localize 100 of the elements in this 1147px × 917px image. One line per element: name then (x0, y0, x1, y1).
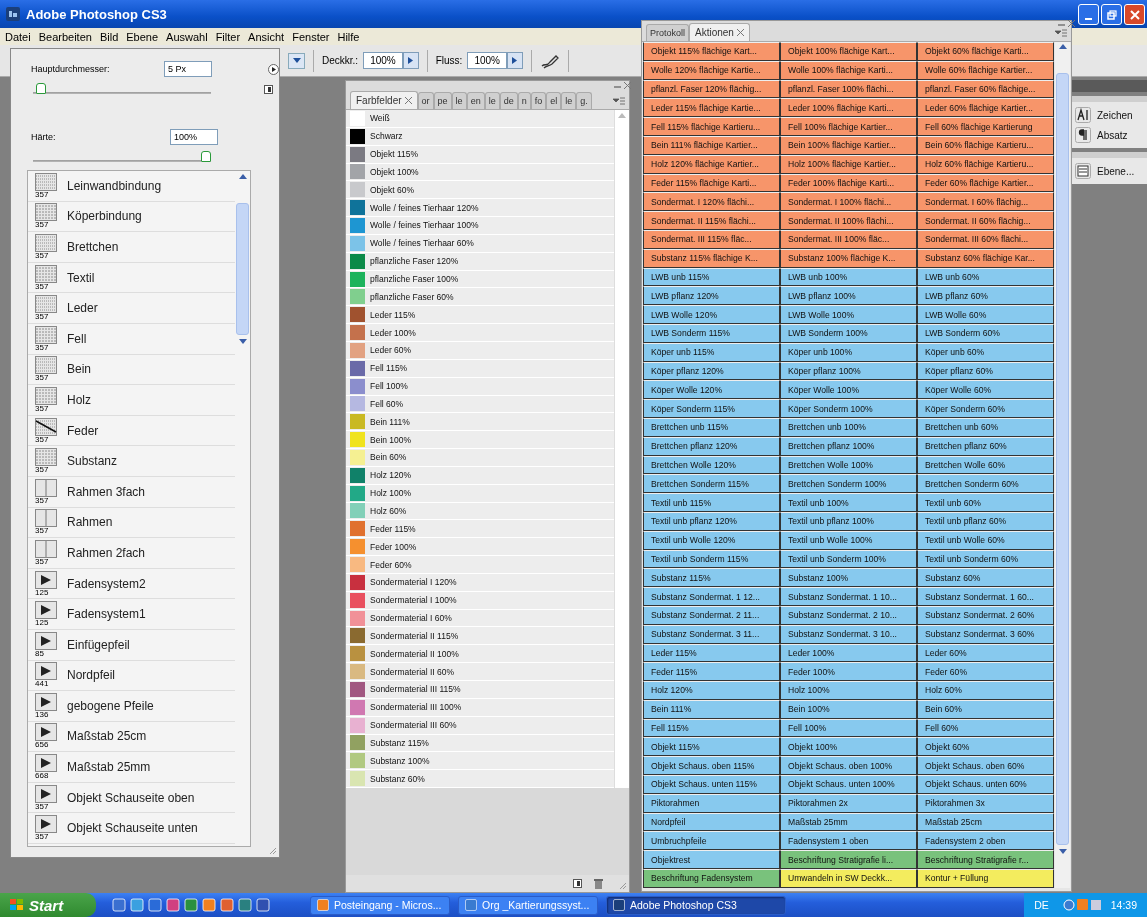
dock-item[interactable]: Absatz (1075, 127, 1144, 143)
brush-preset-item[interactable]: 357 Fell (28, 323, 235, 355)
action-button[interactable]: Leder 60% flächige Kartier... (917, 98, 1054, 118)
panel-tab[interactable]: pe (433, 92, 452, 109)
menu-item[interactable]: Ebene (126, 30, 159, 43)
dock-item[interactable]: Zeichen (1075, 107, 1144, 123)
color-swatch[interactable] (350, 592, 365, 608)
brush-preset-item[interactable]: 357 Brettchen (28, 232, 235, 263)
scrollbar[interactable] (1055, 42, 1070, 888)
action-button[interactable]: Objekt Schaus. oben 100% (780, 756, 917, 776)
menu-item[interactable]: Datei (5, 30, 31, 43)
action-button[interactable]: Fell 115% flächige Kartieru... (643, 117, 780, 136)
action-button[interactable]: Brettchen Sonderm 115% (643, 474, 780, 494)
scroll-up-icon[interactable] (238, 174, 247, 179)
brush-preset-item[interactable]: 136 gebogene Pfeile (28, 691, 235, 722)
color-swatch[interactable] (350, 646, 365, 662)
action-button[interactable]: Sondermat. I 120% flächi... (643, 192, 780, 212)
action-button[interactable]: Fadensystem 1 oben (780, 831, 917, 851)
action-button[interactable]: Holz 120% (643, 681, 780, 700)
action-button[interactable]: Feder 115% (643, 662, 780, 682)
action-button[interactable]: Leder 115% flächige Kartie... (643, 98, 780, 118)
hardness-field[interactable]: 100% (170, 129, 218, 145)
panel-tab[interactable]: en (466, 92, 485, 109)
swatch-item[interactable]: Bein 60% (346, 449, 614, 467)
action-button[interactable]: Köper Sonderm 115% (643, 399, 780, 418)
menu-item[interactable]: Fenster (292, 30, 330, 43)
color-swatch[interactable] (350, 307, 365, 323)
tray-icon[interactable] (1062, 898, 1103, 912)
action-button[interactable]: Holz 100% (780, 681, 917, 700)
action-button[interactable]: Köper Wolle 100% (780, 380, 917, 400)
action-button[interactable]: Umwandeln in SW Deckk... (780, 869, 917, 888)
slider-thumb[interactable] (36, 83, 47, 94)
swatch-item[interactable]: Substanz 60% (346, 770, 614, 789)
action-button[interactable]: Objektrest (643, 850, 780, 870)
slider-thumb[interactable] (201, 151, 211, 162)
action-button[interactable]: LWB pflanz 100% (780, 286, 917, 306)
menu-item[interactable]: Ansicht (248, 30, 285, 43)
color-swatch[interactable] (350, 146, 365, 162)
menu-item[interactable]: Bild (99, 30, 119, 43)
color-swatch[interactable] (350, 503, 365, 519)
action-button[interactable]: Köper Sonderm 60% (917, 399, 1054, 418)
scroll-thumb[interactable] (1056, 73, 1069, 845)
panel-tab[interactable]: le (561, 92, 577, 109)
brush-preset-item[interactable]: 357 Rahmen 3fach (28, 476, 235, 508)
swatch-item[interactable]: Feder 60% (346, 556, 614, 574)
color-swatch[interactable] (350, 200, 365, 216)
scroll-thumb[interactable] (236, 203, 249, 335)
color-swatch[interactable] (350, 325, 365, 341)
color-swatch[interactable] (350, 164, 365, 180)
swatch-item[interactable]: Bein 111% (346, 413, 614, 432)
action-button[interactable]: Textil unb 115% (643, 493, 780, 512)
action-button[interactable]: Substanz 60% (917, 568, 1054, 588)
brush-preset-item[interactable]: 441 Nordpfeil (28, 660, 235, 692)
action-button[interactable]: Objekt 100% flächige Kart... (780, 42, 917, 61)
action-button[interactable]: Objekt Schaus. unten 100% (780, 775, 917, 794)
brush-preset-item[interactable]: 357 Textil (28, 262, 235, 294)
action-button[interactable]: LWB Wolle 120% (643, 305, 780, 324)
panel-tab[interactable]: g. (576, 92, 592, 109)
action-button[interactable]: Brettchen Sonderm 100% (780, 474, 917, 494)
action-button[interactable]: Textil unb 100% (780, 493, 917, 512)
color-swatch[interactable] (350, 539, 365, 555)
quick-launch-icon[interactable] (130, 898, 144, 912)
quick-launch-icon[interactable] (202, 898, 216, 912)
color-swatch[interactable] (350, 342, 365, 358)
action-button[interactable]: Beschriftung Stratigrafie li... (780, 850, 917, 870)
quick-launch-icon[interactable] (148, 898, 162, 912)
swatch-item[interactable]: Feder 100% (346, 538, 614, 557)
action-button[interactable]: LWB Wolle 100% (780, 305, 917, 324)
close-icon[interactable] (404, 97, 412, 104)
panel-menu-icon[interactable] (613, 97, 625, 105)
restore-button[interactable] (1101, 4, 1122, 25)
quick-launch-icon[interactable] (184, 898, 198, 912)
action-button[interactable]: Fell 100% flächige Kartier... (780, 117, 917, 136)
swatch-item[interactable]: Wolle / feines Tierhaar 100% (346, 217, 614, 235)
action-button[interactable]: Feder 60% (917, 662, 1054, 682)
close-icon[interactable] (1068, 20, 1075, 27)
action-button[interactable]: Leder 100% flächige Karti... (780, 98, 917, 118)
action-button[interactable]: Sondermat. I 100% flächi... (780, 192, 917, 212)
brush-preset-item[interactable]: 357 Feder (28, 415, 235, 447)
new-preset-icon[interactable] (264, 84, 273, 94)
swatch-item[interactable]: Bein 100% (346, 431, 614, 450)
action-button[interactable]: Beschriftung Fadensystem (643, 869, 780, 888)
swatch-item[interactable]: Feder 115% (346, 520, 614, 539)
brush-preset-item[interactable]: 357 Holz (28, 385, 235, 416)
color-swatch[interactable] (350, 753, 365, 769)
color-swatch[interactable] (350, 110, 365, 126)
action-button[interactable]: Objekt Schaus. unten 115% (643, 775, 780, 794)
brush-preset-item[interactable]: 125 Fadensystem1 (28, 599, 235, 630)
quick-launch-icon[interactable] (238, 898, 252, 912)
action-button[interactable]: Objekt 115% flächige Kart... (643, 42, 780, 61)
start-button[interactable]: Start (0, 893, 96, 917)
brush-preset-item[interactable]: 357 Rahmen 2fach (28, 538, 235, 569)
brush-preset-item[interactable]: 357 Leinwandbindung (28, 171, 235, 202)
flow-field[interactable]: 100% (467, 52, 507, 69)
action-button[interactable]: Sondermat. I 60% flächig... (917, 192, 1054, 212)
action-button[interactable]: Substanz 115% (643, 568, 780, 588)
swatch-item[interactable]: Sondermaterial III 115% (346, 681, 614, 699)
close-icon[interactable] (736, 29, 744, 36)
color-swatch[interactable] (350, 360, 365, 376)
brush-preset-item[interactable]: 357 Rahmen (28, 507, 235, 539)
